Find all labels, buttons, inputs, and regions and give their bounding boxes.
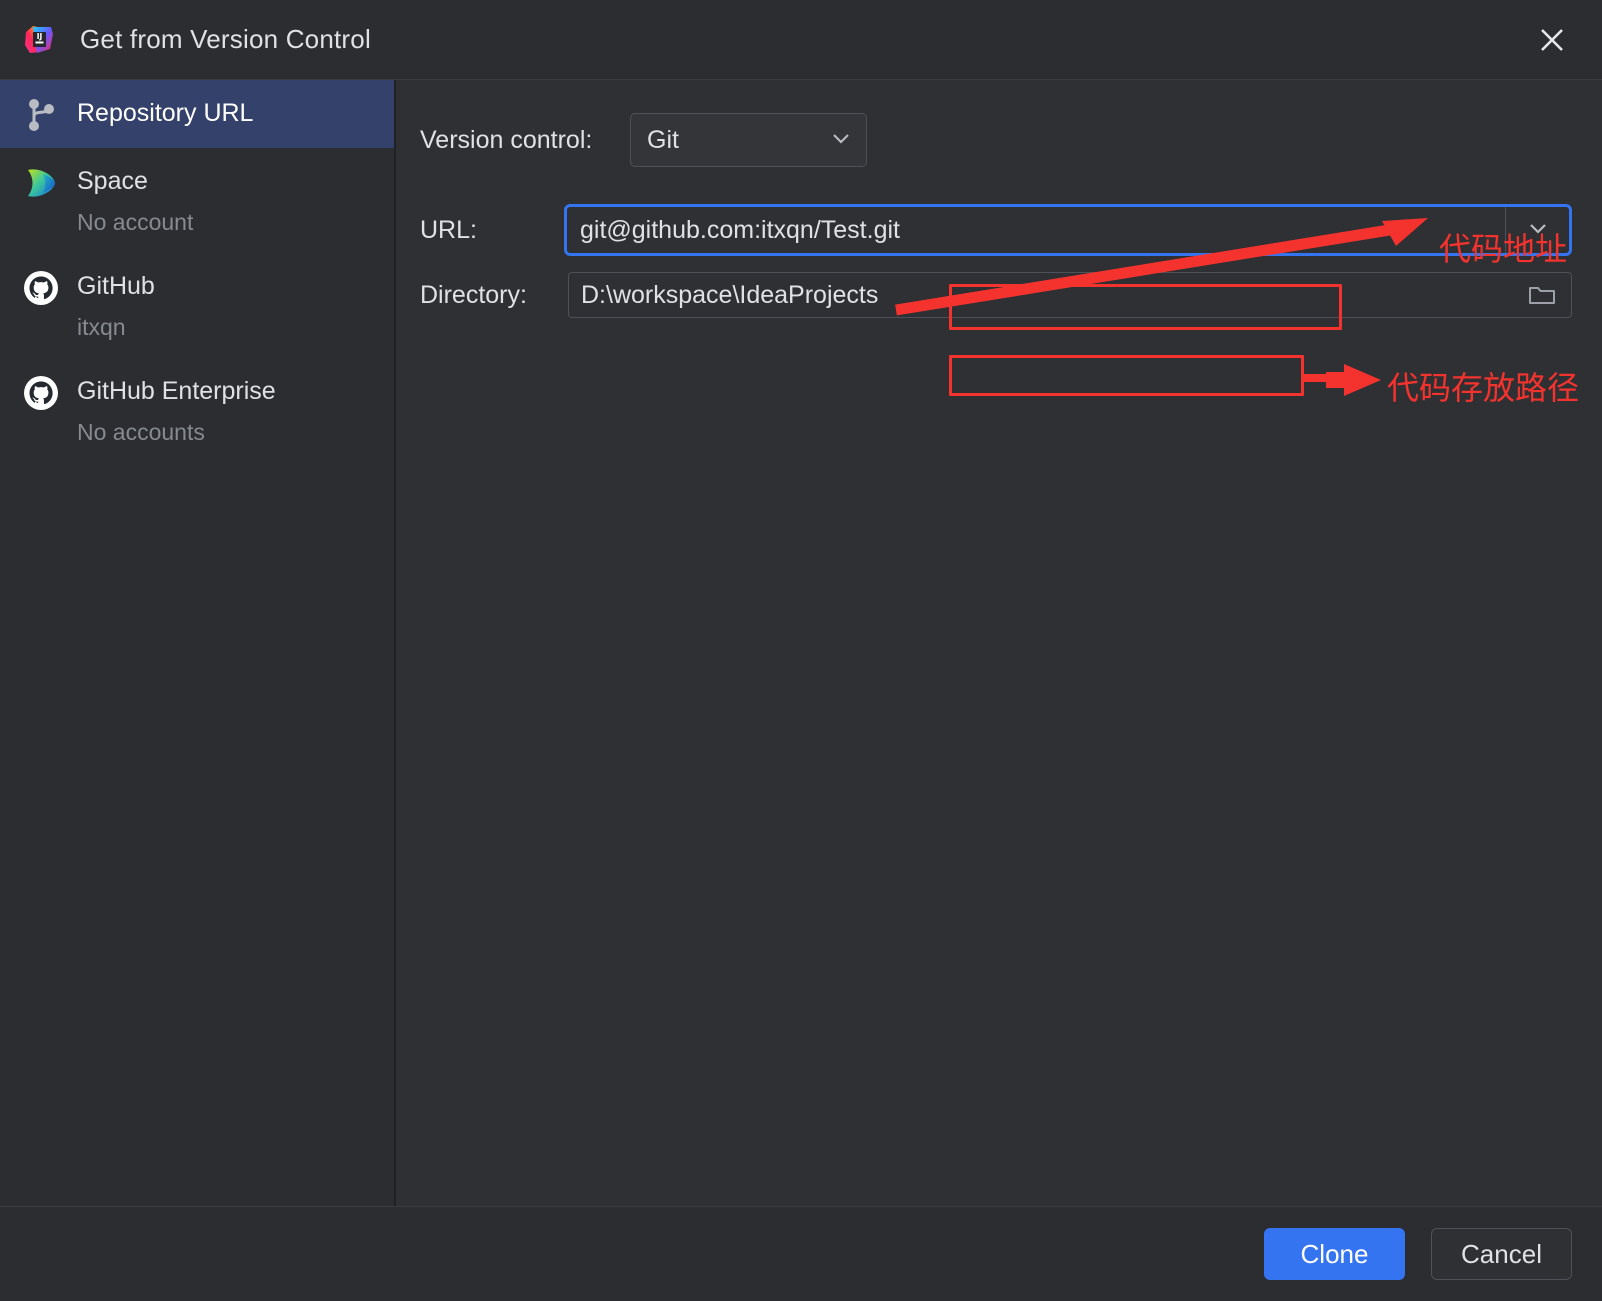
sidebar-item-label: GitHub Enterprise [77,377,276,405]
sidebar-item-texts: Space No account [77,162,193,239]
sidebar-item-space[interactable]: Space No account [0,148,394,253]
close-icon[interactable] [1530,18,1574,62]
folder-icon[interactable] [1513,273,1571,317]
annotation-label-directory: 代码存放路径 [1387,369,1580,407]
version-control-label: Version control: [420,125,593,154]
sidebar-item-label: Repository URL [77,99,254,127]
url-input[interactable]: git@github.com:itxqn/Test.git [567,207,1505,253]
clone-button[interactable]: Clone [1264,1228,1405,1280]
sidebar-item-github[interactable]: GitHub itxqn [0,253,394,358]
sidebar-item-github-enterprise[interactable]: GitHub Enterprise No accounts [0,358,394,463]
url-history-dropdown-button[interactable] [1505,207,1569,253]
sidebar-item-sublabel: itxqn [77,314,126,340]
directory-field[interactable]: D:\workspace\IdeaProjects [568,272,1572,318]
sidebar-item-label: GitHub [77,272,155,300]
directory-row: Directory: D:\workspace\IdeaProjects [420,270,1572,320]
directory-input[interactable]: D:\workspace\IdeaProjects [569,273,1513,317]
sidebar-item-texts: Repository URL [77,94,253,131]
dialog-titlebar: IJ Get from Version Control [0,0,1602,79]
dialog-title: Get from Version Control [80,24,371,54]
chevron-down-icon [830,127,852,154]
sidebar-item-label: Space [77,167,148,195]
url-label: URL: [420,215,477,244]
url-field[interactable]: git@github.com:itxqn/Test.git [564,204,1572,256]
annotation-box-directory [949,355,1304,396]
directory-label: Directory: [420,280,527,309]
github-icon [22,374,60,412]
annotation-arrow-directory [1301,364,1381,396]
get-from-version-control-dialog: IJ Get from Version Control Repository U… [0,0,1602,1301]
sidebar-item-sublabel: No account [77,209,194,235]
intellij-idea-logo-icon: IJ [24,25,54,55]
chevron-down-icon [1526,216,1550,245]
version-control-value: Git [647,125,679,154]
url-row: URL: git@github.com:itxqn/Test.git [420,201,1572,259]
repository-url-panel: Version control: Git URL: git@github.com… [396,80,1602,1206]
sidebar-item-texts: GitHub Enterprise No accounts [77,372,276,449]
sidebar-item-texts: GitHub itxqn [77,267,155,344]
dialog-body: Repository URL Space No account GitHub i… [0,79,1602,1206]
dialog-footer: Clone Cancel [0,1206,1602,1301]
jetbrains-space-icon [22,164,60,202]
svg-text:IJ: IJ [37,32,43,41]
version-control-row: Version control: Git [420,110,1572,170]
git-branch-icon [22,96,60,134]
source-sidebar: Repository URL Space No account GitHub i… [0,80,396,1206]
cancel-button[interactable]: Cancel [1431,1228,1572,1280]
sidebar-item-repository-url[interactable]: Repository URL [0,80,394,148]
version-control-select[interactable]: Git [630,113,867,167]
sidebar-item-sublabel: No accounts [77,419,205,445]
github-icon [22,269,60,307]
